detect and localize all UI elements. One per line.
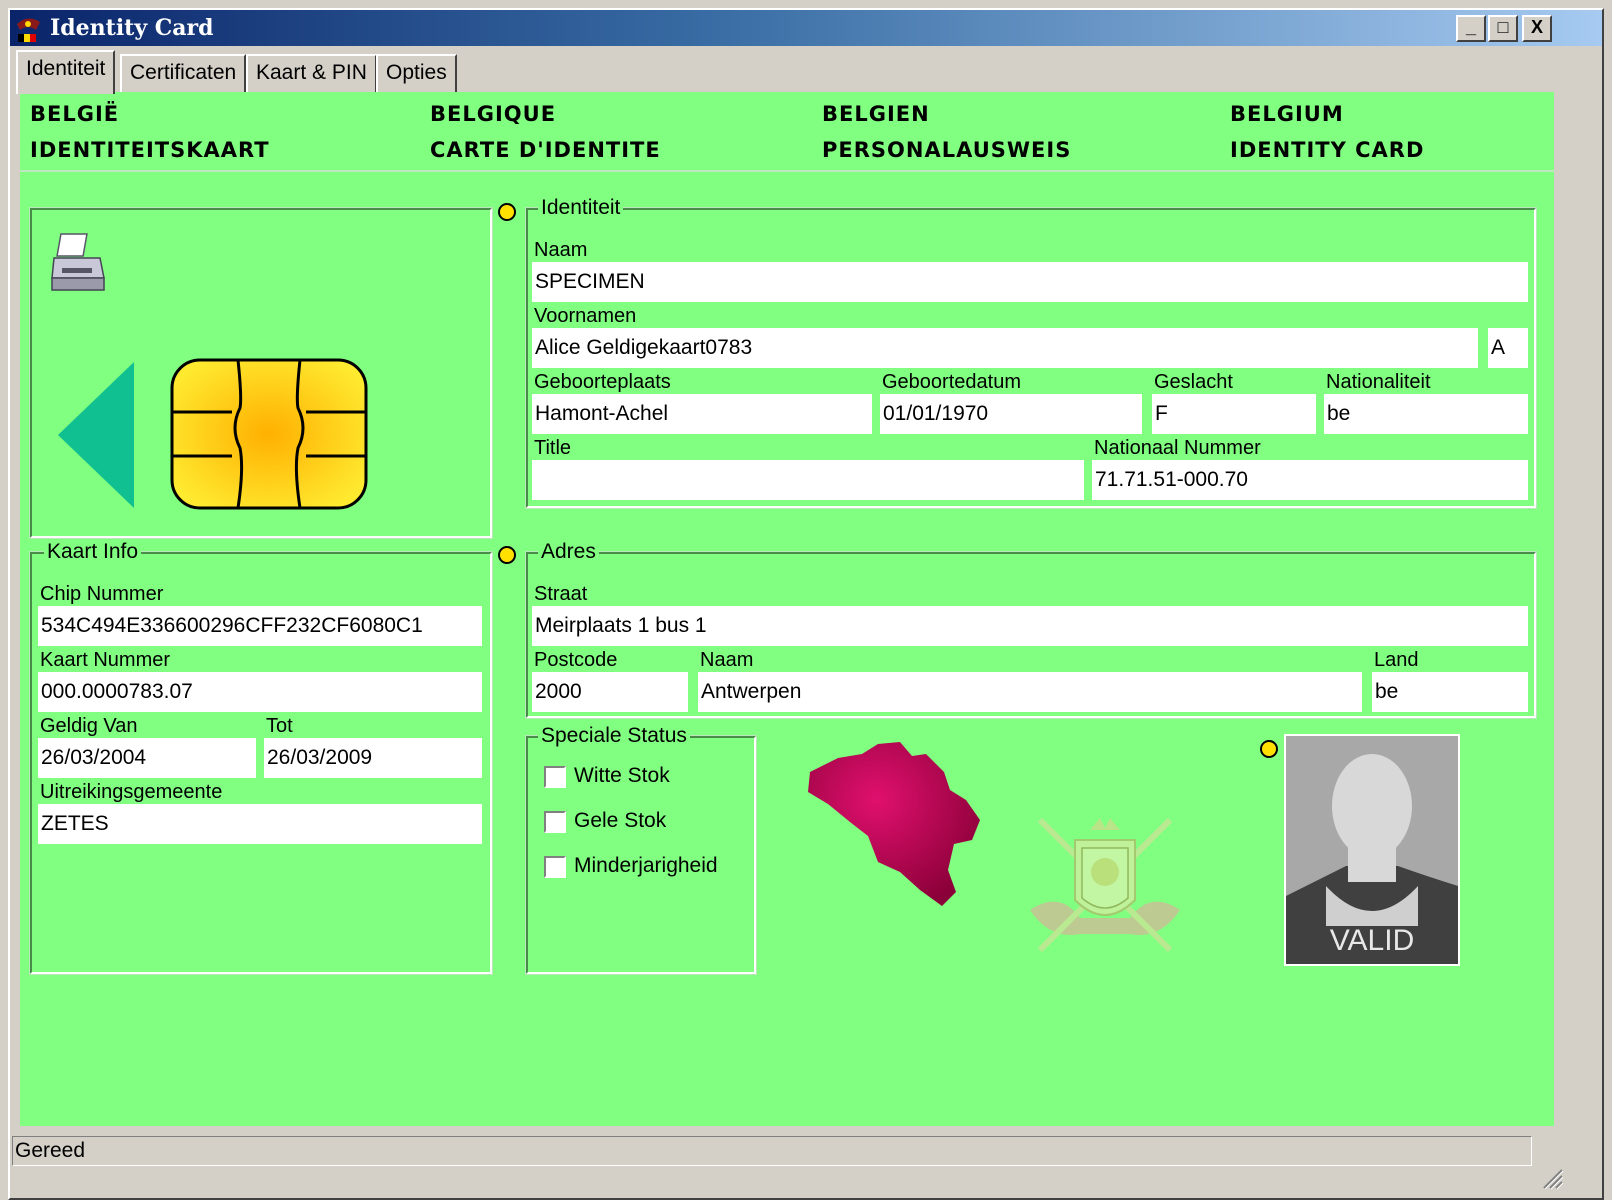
- header-nl-country: BELGIË: [30, 102, 120, 126]
- land-field[interactable]: be: [1372, 672, 1528, 712]
- nationaliteit-label: Nationaliteit: [1326, 371, 1431, 393]
- land-label: Land: [1374, 649, 1419, 671]
- kaart-info-legend: Kaart Info: [44, 540, 142, 564]
- speciale-status-legend: Speciale Status: [538, 724, 690, 748]
- status-text: Gereed: [12, 1136, 1532, 1166]
- naam-field[interactable]: SPECIMEN: [532, 262, 1528, 302]
- witte-stok-label[interactable]: Witte Stok: [574, 764, 670, 788]
- geldig-van-label: Geldig Van: [40, 715, 138, 737]
- back-arrow-icon[interactable]: [56, 360, 136, 510]
- geboorteplaats-label: Geboorteplaats: [534, 371, 671, 393]
- title-label: Title: [534, 437, 572, 459]
- naam-label: Naam: [534, 239, 588, 261]
- tot-field[interactable]: 26/03/2009: [264, 738, 482, 778]
- minderjarigheid-checkbox[interactable]: [544, 856, 566, 878]
- header-de-doc: PERSONALAUSWEIS: [822, 138, 1072, 162]
- printer-icon[interactable]: [48, 228, 108, 298]
- gemeente-naam-field[interactable]: Antwerpen: [698, 672, 1362, 712]
- geslacht-field[interactable]: F: [1152, 394, 1316, 434]
- geboortedatum-field[interactable]: 01/01/1970: [880, 394, 1142, 434]
- kaart-nummer-label: Kaart Nummer: [40, 649, 171, 671]
- header-de-country: BELGIEN: [822, 102, 930, 126]
- resize-grip-icon[interactable]: [1540, 1166, 1564, 1190]
- photo-bulb-icon[interactable]: [1260, 740, 1278, 758]
- gele-stok-label[interactable]: Gele Stok: [574, 809, 666, 833]
- chip-nummer-label: Chip Nummer: [40, 583, 164, 605]
- witte-stok-checkbox[interactable]: [544, 766, 566, 788]
- straat-field[interactable]: Meirplaats 1 bus 1: [532, 606, 1528, 646]
- geslacht-label: Geslacht: [1154, 371, 1233, 393]
- tab-opties[interactable]: Opties: [376, 54, 457, 92]
- coat-of-arms-icon: [1020, 800, 1190, 970]
- maximize-button[interactable]: □: [1488, 15, 1518, 42]
- gele-stok-checkbox[interactable]: [544, 811, 566, 833]
- kaart-nummer-field[interactable]: 000.0000783.07: [38, 672, 482, 712]
- chip-nummer-field[interactable]: 534C494E336600296CFF232CF6080C1: [38, 606, 482, 646]
- tab-certificaten[interactable]: Certificaten: [120, 54, 247, 92]
- geldig-van-field[interactable]: 26/03/2004: [38, 738, 256, 778]
- header-nl-doc: IDENTITEITSKAART: [30, 138, 270, 162]
- voornamen-field[interactable]: Alice Geldigekaart0783: [532, 328, 1478, 368]
- minderjarigheid-label[interactable]: Minderjarigheid: [574, 854, 718, 878]
- close-button[interactable]: X: [1522, 15, 1552, 42]
- window-title: Identity Card: [50, 15, 214, 41]
- gemeente-naam-label: Naam: [700, 649, 754, 671]
- title-field[interactable]: [532, 460, 1084, 500]
- uitreikingsgemeente-label: Uitreikingsgemeente: [40, 781, 223, 803]
- belgium-map-icon: [804, 740, 984, 910]
- voornamen-label: Voornamen: [534, 305, 637, 327]
- header-en-country: BELGIUM: [1230, 102, 1344, 126]
- adres-bulb-icon[interactable]: [498, 546, 516, 564]
- initiaal-field[interactable]: A: [1488, 328, 1528, 368]
- postcode-field[interactable]: 2000: [532, 672, 688, 712]
- uitreikingsgemeente-field[interactable]: ZETES: [38, 804, 482, 844]
- smartcard-chip-icon: [170, 358, 368, 510]
- nationaal-nummer-label: Nationaal Nummer: [1094, 437, 1261, 459]
- nationaal-nummer-field[interactable]: 71.71.51-000.70: [1092, 460, 1528, 500]
- nationaliteit-field[interactable]: be: [1324, 394, 1528, 434]
- adres-legend: Adres: [538, 540, 599, 564]
- postcode-label: Postcode: [534, 649, 618, 671]
- header-fr-country: BELGIQUE: [430, 102, 557, 126]
- header-en-doc: IDENTITY CARD: [1230, 138, 1425, 162]
- tab-identiteit[interactable]: Identiteit: [16, 50, 116, 94]
- tot-label: Tot: [266, 715, 293, 737]
- minimize-button[interactable]: _: [1456, 15, 1486, 42]
- photo-valid-stamp: VALID: [1329, 924, 1415, 957]
- title-bar[interactable]: [10, 10, 1602, 46]
- holder-photo: VALID: [1284, 734, 1460, 966]
- geboorteplaats-field[interactable]: Hamont-Achel: [532, 394, 872, 434]
- identiteit-bulb-icon[interactable]: [498, 203, 516, 221]
- geboortedatum-label: Geboortedatum: [882, 371, 1021, 393]
- app-icon[interactable]: [14, 14, 44, 44]
- tab-kaart-pin[interactable]: Kaart & PIN: [246, 54, 377, 92]
- identiteit-legend: Identiteit: [538, 196, 624, 220]
- header-fr-doc: CARTE D'IDENTITE: [430, 138, 661, 162]
- straat-label: Straat: [534, 583, 588, 605]
